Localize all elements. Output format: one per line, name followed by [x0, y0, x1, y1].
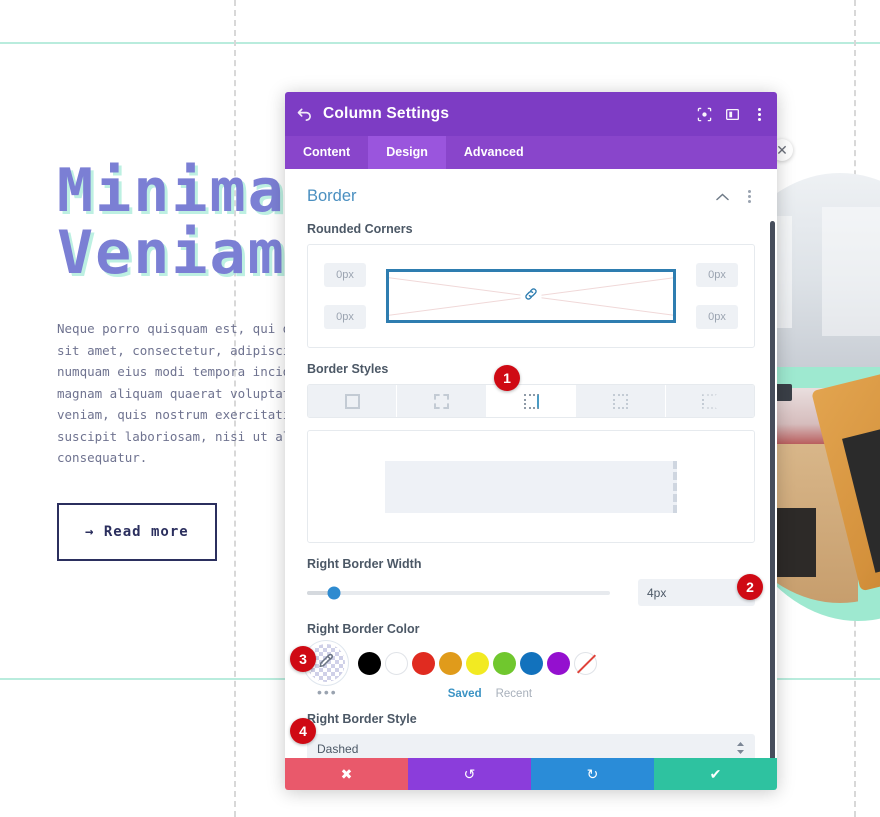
tab-advanced[interactable]: Advanced: [446, 136, 542, 169]
screenshot-root: Minima Veniam Neque porro quisquam est, …: [0, 0, 880, 817]
modal-header-icons: [697, 107, 765, 122]
select-caret-icon[interactable]: [736, 741, 745, 758]
modal-body: Border Rounded Corners 0px 0px 0px 0px B…: [285, 169, 777, 758]
right-border-style-value: Dashed: [317, 742, 359, 756]
border-preview-box: [385, 460, 677, 513]
border-style-left-border[interactable]: [665, 385, 754, 417]
swatch-blue[interactable]: [520, 651, 543, 675]
save-button[interactable]: ✔: [654, 758, 777, 790]
swatch-orange[interactable]: [439, 651, 462, 675]
border-style-all-borders[interactable]: [308, 385, 398, 417]
layout-split-icon[interactable]: [725, 107, 740, 122]
right-border-color-label: Right Border Color: [307, 622, 420, 636]
corner-top-right-input[interactable]: 0px: [696, 263, 738, 287]
marker-1: 1: [494, 365, 520, 391]
guide-line-top: [0, 42, 880, 44]
border-section-header: Border: [307, 169, 755, 212]
color-tabs: Saved Recent: [448, 688, 532, 700]
modal-titlebar: Column Settings: [285, 92, 777, 136]
width-slider-track[interactable]: [307, 586, 610, 599]
tab-content[interactable]: Content: [285, 136, 368, 169]
right-border-width-control: 4px: [307, 579, 755, 606]
swatch-white[interactable]: [385, 651, 408, 675]
back-arrow-icon[interactable]: [297, 107, 323, 122]
right-border-style-label: Right Border Style: [307, 712, 417, 726]
section-overflow-menu-icon[interactable]: [743, 190, 755, 203]
swatch-purple[interactable]: [547, 651, 570, 675]
chevron-up-icon[interactable]: [716, 190, 729, 204]
rounded-corners-control: 0px 0px 0px 0px: [307, 244, 755, 348]
border-styles-label: Border Styles: [307, 362, 389, 376]
tab-design[interactable]: Design: [368, 136, 446, 169]
modal-footer: ✖ ↺ ↻ ✔: [285, 758, 777, 790]
redo-button[interactable]: ↻: [531, 758, 654, 790]
read-more-button[interactable]: → Read more: [57, 502, 217, 561]
border-preview: [307, 430, 755, 543]
marker-3: 3: [290, 646, 316, 672]
saved-colors-tab[interactable]: Saved: [448, 688, 482, 700]
swatch-black[interactable]: [358, 651, 381, 675]
recent-colors-tab[interactable]: Recent: [496, 688, 532, 700]
modal-tabs: Content Design Advanced: [285, 136, 777, 169]
modal-title: Column Settings: [323, 105, 450, 122]
marker-4: 4: [290, 718, 316, 744]
rounded-corners-label: Rounded Corners: [307, 222, 413, 236]
corner-top-left-input[interactable]: 0px: [324, 263, 366, 287]
column-settings-modal: Column Settings Content Design Advanced …: [285, 92, 777, 790]
preview-icon[interactable]: [697, 107, 712, 122]
modal-scrollbar[interactable]: [770, 221, 775, 758]
width-slider-knob[interactable]: [327, 586, 341, 599]
section-title: Border: [307, 187, 357, 205]
overflow-menu-icon[interactable]: [753, 107, 765, 121]
swatch-green[interactable]: [493, 651, 516, 675]
more-colors-button[interactable]: •••: [317, 684, 338, 700]
border-style-right-border[interactable]: [486, 385, 577, 417]
right-border-color-control: [307, 644, 755, 682]
cancel-button[interactable]: ✖: [285, 758, 408, 790]
corner-bottom-left-input[interactable]: 0px: [324, 305, 366, 329]
corner-preview-rect: [386, 269, 676, 323]
marker-2: 2: [737, 574, 763, 600]
swatch-no-color[interactable]: [574, 651, 597, 675]
right-border-width-label: Right Border Width: [307, 557, 422, 571]
corner-bottom-right-input[interactable]: 0px: [696, 305, 738, 329]
right-border-style-select[interactable]: Dashed: [307, 734, 755, 758]
border-style-bottom-border[interactable]: [576, 385, 666, 417]
border-styles-control: [307, 384, 755, 418]
link-icon[interactable]: [520, 286, 542, 306]
border-style-top-border[interactable]: [397, 385, 487, 417]
swatch-red[interactable]: [412, 651, 435, 675]
undo-button[interactable]: ↺: [408, 758, 531, 790]
swatch-yellow[interactable]: [466, 651, 489, 675]
